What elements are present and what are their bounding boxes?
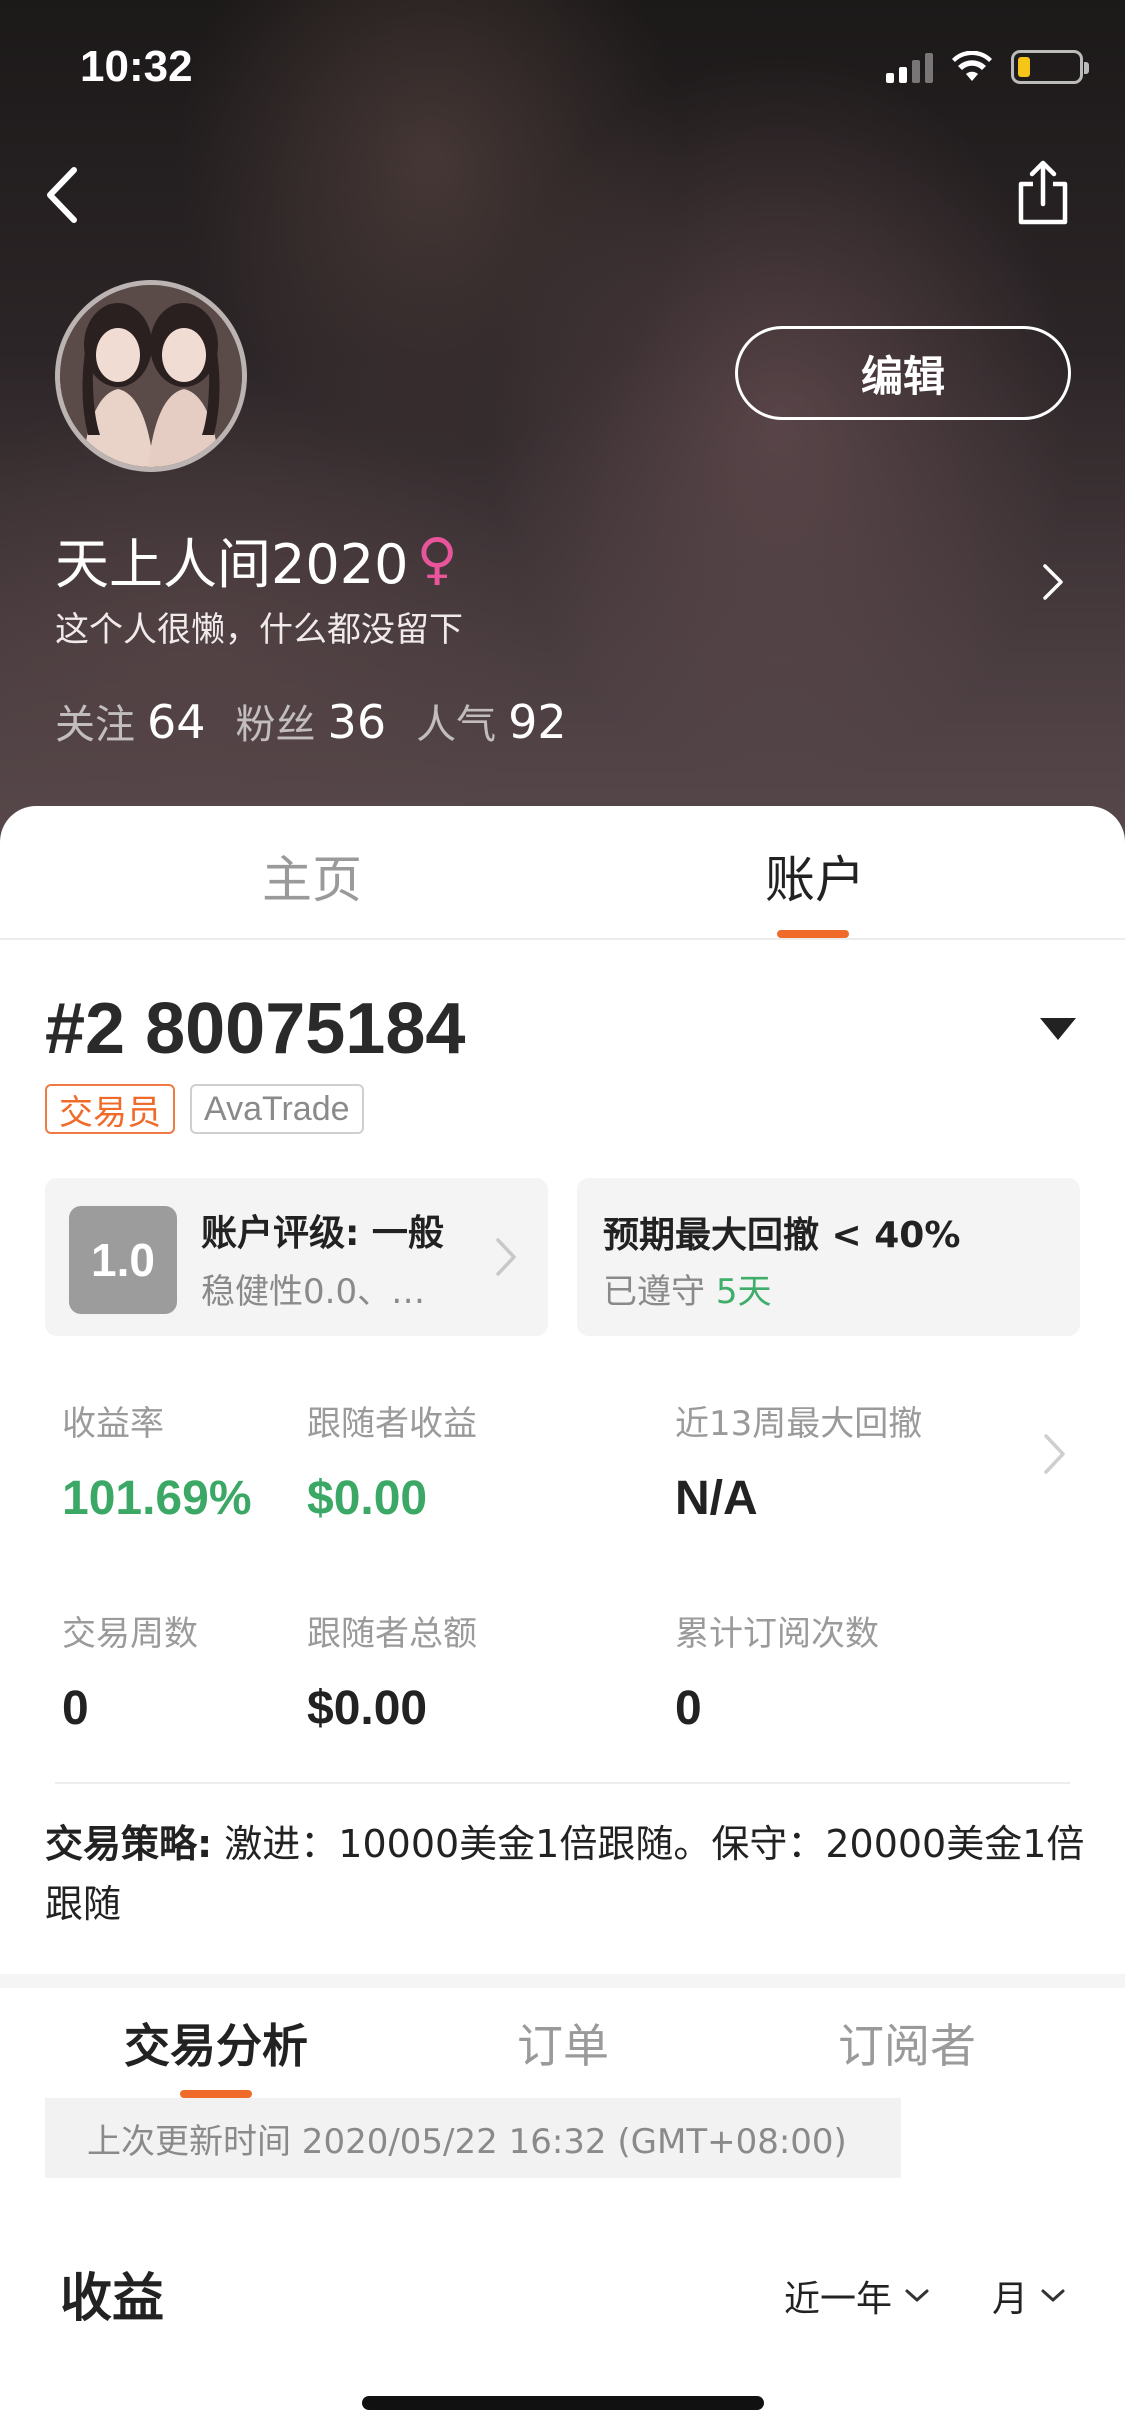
account-id: #2 80075184 (45, 989, 466, 1069)
metric-value: 0 (62, 1682, 89, 1735)
chevron-right-icon (496, 1238, 516, 1276)
stat-followers[interactable]: 粉丝 36 (236, 692, 387, 750)
female-gender-icon: ♀ (416, 527, 458, 592)
section-divider (0, 1974, 1125, 1988)
top-tabs: 主页 账户 (0, 806, 1125, 940)
tab-trade-analysis[interactable]: 交易分析 (124, 2010, 308, 2076)
earnings-title: 收益 (60, 2269, 165, 2329)
metric-value: N/A (675, 1472, 758, 1525)
metric-label: 跟随者总额 (307, 1614, 477, 1654)
tab-subscribers[interactable]: 订阅者 (838, 2010, 976, 2076)
rating-subtitle: 稳健性0.0、… (201, 1272, 426, 1312)
rating-title: 账户评级: 一般 (201, 1213, 444, 1254)
metric-value: $0.00 (307, 1682, 428, 1735)
avatar-image (60, 285, 242, 467)
broker-tag: AvaTrade (190, 1084, 364, 1134)
metric-label: 近13周最大回撤 (675, 1404, 923, 1444)
status-icons (886, 50, 1089, 84)
wifi-icon (952, 51, 992, 81)
drawdown-status-label: 已遵守 (603, 1272, 705, 1312)
drawdown-status: 已遵守 5天 (603, 1264, 771, 1313)
account-rating-box[interactable]: 1.0 账户评级: 一般 稳健性0.0、… (45, 1178, 548, 1336)
profile-bio: 这个人很懒，什么都没留下 (55, 610, 463, 650)
metric-label: 交易周数 (62, 1614, 198, 1654)
cellular-signal-icon (886, 51, 933, 83)
stat-value: 36 (327, 695, 387, 749)
home-indicator[interactable] (362, 2396, 764, 2410)
unit-filter-dropdown[interactable]: 月 (992, 2270, 1066, 2322)
metric-trading-weeks: 交易周数 0 (62, 1606, 198, 1736)
strategy-label: 交易策略: (45, 1822, 213, 1866)
chevron-down-icon (1041, 2289, 1065, 2302)
tab-home[interactable]: 主页 (262, 840, 362, 912)
avatar[interactable] (55, 280, 247, 472)
stat-label: 关注 (55, 702, 135, 748)
stat-label: 粉丝 (235, 702, 316, 748)
content-card: 主页 账户 #2 80075184 交易员 AvaTrade 1.0 账户评级:… (0, 806, 1125, 2436)
username[interactable]: 天上人间2020 ♀ (55, 520, 457, 599)
metric-total-subscriptions: 累计订阅次数 0 (675, 1606, 879, 1736)
metric-label: 跟随者收益 (307, 1404, 477, 1444)
metric-value: 101.69% (62, 1472, 252, 1525)
edit-profile-button[interactable]: 编辑 (735, 326, 1071, 420)
active-tab-indicator (777, 930, 849, 938)
rating-score-badge: 1.0 (69, 1206, 177, 1314)
tab-account[interactable]: 账户 (765, 840, 865, 912)
unit-filter-label: 月 (992, 2279, 1029, 2320)
divider (55, 1782, 1070, 1784)
profile-chevron-right-icon[interactable] (1039, 560, 1069, 604)
max-drawdown-box: 预期最大回撤 < 40% 已遵守 5天 (577, 1178, 1080, 1336)
analysis-tabs: 交易分析 订单 订阅者 (0, 1988, 1125, 2098)
drawdown-title: 预期最大回撤 < 40% (603, 1215, 961, 1256)
username-text: 天上人间2020 (55, 533, 409, 596)
stat-label: 人气 (416, 702, 497, 748)
account-dropdown-icon[interactable] (1040, 1018, 1076, 1040)
metric-13-week-max-drawdown: 近13周最大回撤 N/A (675, 1396, 922, 1526)
metric-value: $0.00 (307, 1472, 428, 1525)
status-time: 10:32 (80, 42, 193, 91)
metric-return-rate: 收益率 101.69% (62, 1396, 252, 1526)
metric-label: 收益率 (62, 1404, 164, 1444)
stat-following[interactable]: 关注 64 (55, 692, 206, 750)
profile-stats: 关注 64 粉丝 36 人气 92 (55, 692, 567, 750)
metric-follower-profit: 跟随者收益 $0.00 (307, 1396, 477, 1526)
stat-value: 64 (147, 695, 206, 749)
period-filter-label: 近一年 (784, 2279, 893, 2320)
stat-value: 92 (508, 695, 567, 749)
metric-label: 累计订阅次数 (675, 1614, 879, 1654)
metric-value: 0 (675, 1682, 702, 1735)
metrics-chevron-right-icon[interactable] (1040, 1430, 1070, 1478)
chevron-down-icon (905, 2289, 929, 2302)
last-update-time: 上次更新时间 2020/05/22 16:32 (GMT+08:00) (45, 2098, 901, 2178)
metric-follower-total: 跟随者总额 $0.00 (307, 1606, 477, 1736)
battery-icon (1011, 50, 1089, 84)
stat-popularity[interactable]: 人气 92 (416, 692, 567, 750)
back-button[interactable] (38, 160, 88, 230)
trading-strategy: 交易策略: 激进：10000美金1倍跟随。保守：20000美金1倍跟随 (45, 1814, 1085, 1934)
drawdown-days: 5天 (715, 1272, 772, 1312)
tab-orders[interactable]: 订单 (517, 2010, 609, 2076)
trader-tag: 交易员 (45, 1084, 175, 1134)
share-button[interactable] (1013, 158, 1073, 228)
active-subtab-indicator (180, 2090, 252, 2098)
period-filter-dropdown[interactable]: 近一年 (784, 2270, 930, 2322)
